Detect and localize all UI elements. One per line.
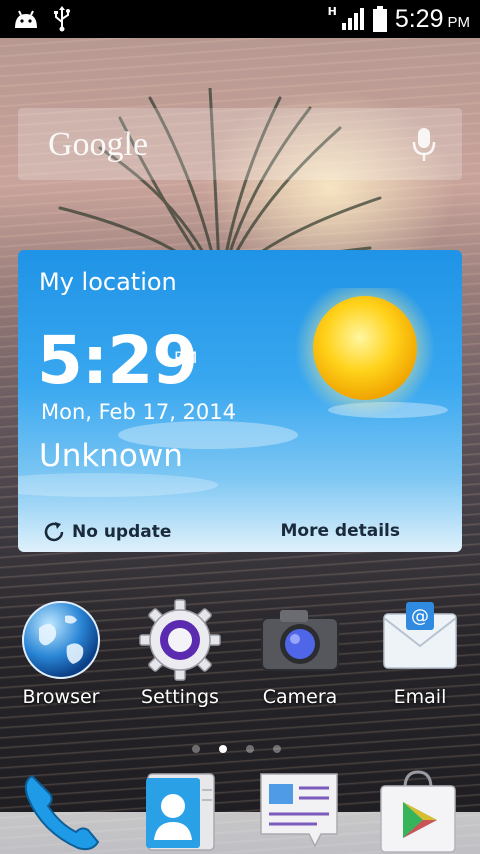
- app-email-label: Email: [393, 686, 447, 708]
- weather-footer: No update More details: [18, 514, 462, 552]
- svg-text:@: @: [411, 606, 429, 627]
- status-ampm: PM: [447, 13, 471, 31]
- app-camera-label: Camera: [262, 686, 338, 708]
- app-email[interactable]: @ Email: [365, 598, 475, 708]
- page-dot: [273, 745, 281, 753]
- messaging-icon[interactable]: [257, 768, 341, 854]
- page-dot: [246, 745, 254, 753]
- app-camera[interactable]: Camera: [245, 598, 355, 708]
- app-settings-label: Settings: [141, 686, 219, 708]
- globe-icon: [22, 601, 100, 679]
- app-browser[interactable]: Browser: [6, 598, 116, 708]
- app-settings[interactable]: Settings: [125, 598, 235, 708]
- page-dot-active: [219, 745, 227, 753]
- weather-location: My location: [39, 268, 177, 296]
- network-type-label: H: [327, 4, 337, 18]
- envelope-icon: @: [383, 602, 457, 669]
- refresh-icon[interactable]: [42, 520, 66, 544]
- status-time: 5:29: [394, 4, 444, 33]
- camera-icon: [261, 610, 339, 671]
- gear-icon: [139, 599, 221, 681]
- weather-condition: Unknown: [39, 438, 183, 474]
- status-clock: 5:29 PM: [395, 5, 470, 34]
- weather-widget[interactable]: My location 5:29 PM Mon, Feb 17, 2014 Un…: [18, 250, 462, 552]
- more-details-link[interactable]: More details: [281, 521, 401, 541]
- mic-icon[interactable]: [412, 126, 436, 164]
- sun-icon: [295, 288, 435, 418]
- contacts-icon[interactable]: [142, 768, 220, 854]
- android-icon: [15, 10, 37, 28]
- google-logo: Google: [48, 126, 149, 163]
- battery-icon: [372, 6, 387, 32]
- weather-ampm: PM: [174, 348, 198, 367]
- google-search-bar[interactable]: Google: [18, 108, 462, 180]
- signal-icon: [341, 8, 364, 30]
- update-status[interactable]: No update: [42, 520, 171, 544]
- page-dot: [192, 745, 200, 753]
- play-store-icon[interactable]: [375, 768, 461, 854]
- app-browser-label: Browser: [22, 686, 100, 708]
- phone-icon[interactable]: [18, 768, 108, 854]
- usb-icon: [54, 6, 70, 32]
- update-status-label: No update: [72, 522, 172, 542]
- status-bar: H 5:29 PM: [0, 0, 480, 38]
- page-indicator: [192, 745, 281, 753]
- weather-date: Mon, Feb 17, 2014: [41, 400, 236, 424]
